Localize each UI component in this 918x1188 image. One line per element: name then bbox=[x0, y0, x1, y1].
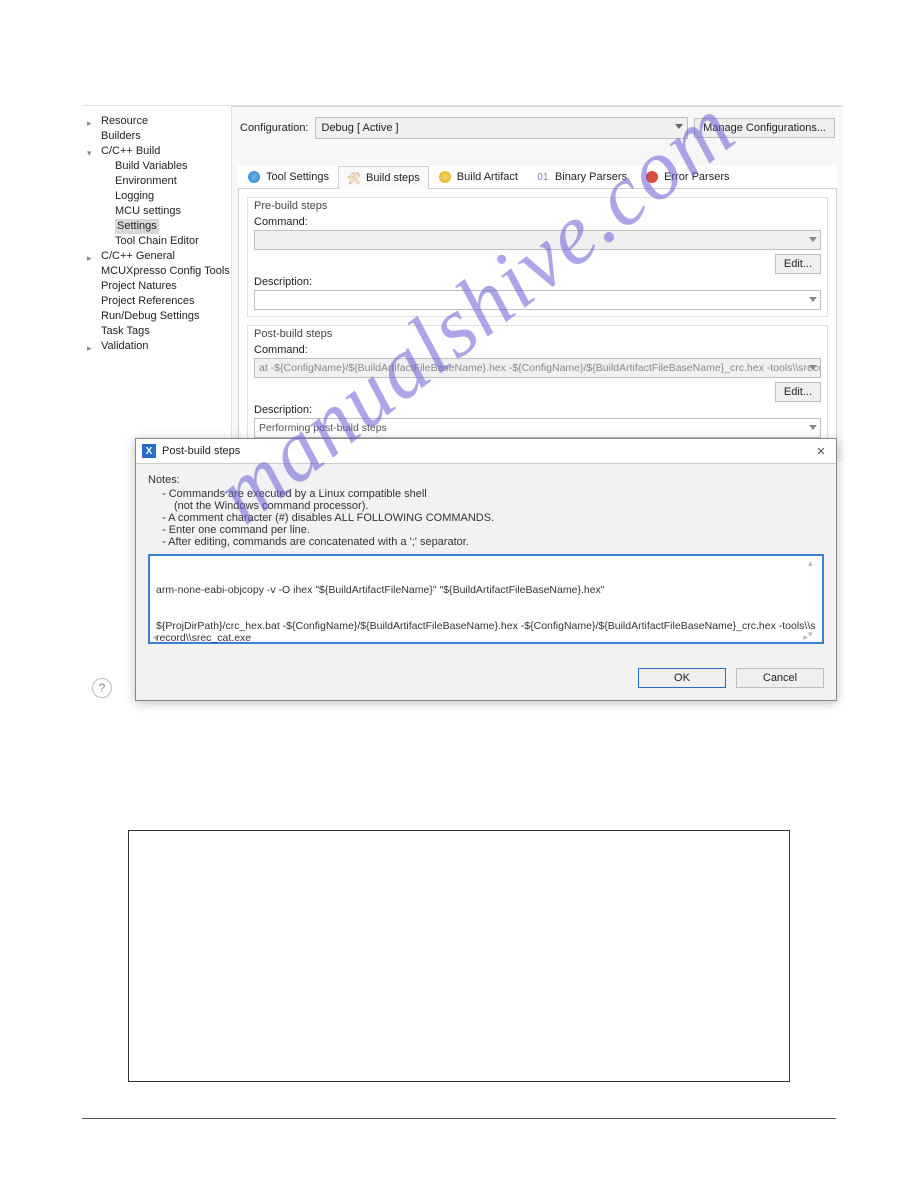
postbuild-dialog: X Post-build steps ✕ Notes: - Commands a… bbox=[135, 438, 837, 701]
tree-logging[interactable]: Logging bbox=[101, 189, 227, 204]
chevron-down-icon bbox=[675, 124, 683, 129]
tree-label: Resource bbox=[101, 115, 148, 127]
tree-ccgeneral[interactable]: ▸C/C++ General bbox=[87, 249, 227, 264]
tree-label: Project References bbox=[101, 295, 195, 307]
configuration-value: Debug [ Active ] bbox=[322, 122, 399, 134]
description-label: Description: bbox=[254, 274, 821, 290]
tree-label: Task Tags bbox=[101, 325, 150, 337]
tree-label: Tool Chain Editor bbox=[115, 235, 199, 247]
tree-mcux[interactable]: MCUXpresso Config Tools bbox=[87, 264, 227, 279]
configuration-select[interactable]: Debug [ Active ] bbox=[315, 117, 689, 139]
tree-label: Run/Debug Settings bbox=[101, 310, 199, 322]
commands-textarea[interactable]: arm-none-eabi-objcopy -v -O ihex "${Buil… bbox=[148, 554, 824, 644]
artifact-icon bbox=[438, 170, 452, 184]
help-icon[interactable]: ? bbox=[92, 678, 112, 698]
chevron-down-icon bbox=[809, 425, 817, 430]
error-icon bbox=[645, 170, 659, 184]
prebuild-edit-button[interactable]: Edit... bbox=[775, 254, 821, 274]
tree-natures[interactable]: Project Natures bbox=[87, 279, 227, 294]
tab-error-parsers[interactable]: Error Parsers bbox=[636, 165, 738, 188]
dialog-title: Post-build steps bbox=[162, 445, 806, 457]
chevron-down-icon: ▾ bbox=[87, 146, 97, 161]
dialog-titlebar: X Post-build steps ✕ bbox=[136, 439, 836, 464]
page-divider bbox=[82, 1118, 836, 1119]
tree-label: Validation bbox=[101, 340, 149, 352]
tree-mcu-settings[interactable]: MCU settings bbox=[101, 204, 227, 219]
tree-label: Logging bbox=[115, 190, 154, 202]
vertical-scrollbar[interactable]: ▴▾ bbox=[808, 558, 820, 640]
postbuild-edit-button[interactable]: Edit... bbox=[775, 382, 821, 402]
notes-block: Notes: - Commands are executed by a Linu… bbox=[148, 474, 824, 548]
notes-heading: Notes: bbox=[148, 474, 824, 486]
command-label: Command: bbox=[254, 342, 821, 358]
command-label: Command: bbox=[254, 214, 821, 230]
group-legend: Pre-build steps bbox=[248, 198, 827, 212]
chevron-down-icon bbox=[809, 365, 817, 370]
textarea-line: arm-none-eabi-objcopy -v -O ihex "${Buil… bbox=[156, 584, 816, 596]
empty-box bbox=[128, 830, 790, 1082]
tree-label: Project Natures bbox=[101, 280, 177, 292]
tree-resource[interactable]: ▸Resource bbox=[87, 114, 227, 129]
tab-tool-settings[interactable]: Tool Settings bbox=[238, 165, 338, 188]
gear-icon bbox=[247, 170, 261, 184]
tree-label: C/C++ Build bbox=[101, 145, 160, 157]
tab-label: Tool Settings bbox=[266, 171, 329, 183]
manage-configs-button[interactable]: Manage Configurations... bbox=[694, 118, 835, 138]
tree-label: C/C++ General bbox=[101, 250, 175, 262]
binary-icon: 01 bbox=[536, 170, 550, 184]
note-line: - Enter one command per line. bbox=[148, 524, 824, 536]
description-label: Description: bbox=[254, 402, 821, 418]
chevron-down-icon bbox=[809, 237, 817, 242]
postbuild-group: Post-build steps Command: at -${ConfigNa… bbox=[247, 325, 828, 445]
tree-label: MCUXpresso Config Tools bbox=[101, 265, 230, 277]
nav-tree: ▸Resource Builders ▾C/C++ Build Build Va… bbox=[87, 106, 227, 354]
configuration-label: Configuration: bbox=[240, 122, 309, 134]
horizontal-scrollbar[interactable]: ◂▸ bbox=[152, 632, 808, 642]
tree-environment[interactable]: Environment bbox=[101, 174, 227, 189]
prebuild-group: Pre-build steps Command: Edit... Descrip… bbox=[247, 197, 828, 317]
tree-toolchain[interactable]: Tool Chain Editor bbox=[101, 234, 227, 249]
tab-bar: Tool Settings 🛠 Build steps Build Artifa… bbox=[238, 165, 837, 189]
tab-label: Build Artifact bbox=[457, 171, 518, 183]
tree-rundebug[interactable]: Run/Debug Settings bbox=[87, 309, 227, 324]
field-value: at -${ConfigName}/${BuildArtifactFileBas… bbox=[259, 362, 821, 374]
note-line: - A comment character (#) disables ALL F… bbox=[148, 512, 824, 524]
group-legend: Post-build steps bbox=[248, 326, 827, 340]
tab-label: Error Parsers bbox=[664, 171, 729, 183]
postbuild-command-field[interactable]: at -${ConfigName}/${BuildArtifactFileBas… bbox=[254, 358, 821, 378]
settings-panel: Configuration: Debug [ Active ] Manage C… bbox=[231, 106, 843, 462]
tab-label: Binary Parsers bbox=[555, 171, 627, 183]
tree-settings[interactable]: Settings bbox=[101, 219, 227, 234]
wrench-icon: 🛠 bbox=[347, 171, 361, 185]
note-line: - After editing, commands are concatenat… bbox=[148, 536, 824, 548]
tree-label: Environment bbox=[115, 175, 177, 187]
tree-build-variables[interactable]: Build Variables bbox=[101, 159, 227, 174]
note-line: (not the Windows command processor). bbox=[148, 500, 824, 512]
tree-ccbuild[interactable]: ▾ C/C++ Build bbox=[87, 144, 227, 159]
postbuild-description-field[interactable]: Performing post-build steps bbox=[254, 418, 821, 438]
tab-build-artifact[interactable]: Build Artifact bbox=[429, 165, 527, 188]
tab-body: Pre-build steps Command: Edit... Descrip… bbox=[238, 189, 837, 462]
tree-label: Builders bbox=[101, 130, 141, 142]
tab-build-steps[interactable]: 🛠 Build steps bbox=[338, 166, 429, 189]
field-value: Performing post-build steps bbox=[259, 422, 387, 434]
note-line: - Commands are executed by a Linux compa… bbox=[148, 488, 824, 500]
chevron-down-icon bbox=[809, 297, 817, 302]
tree-label: Build Variables bbox=[115, 160, 188, 172]
app-icon: X bbox=[142, 444, 156, 458]
tree-builders[interactable]: Builders bbox=[87, 129, 227, 144]
tree-tasktags[interactable]: Task Tags bbox=[87, 324, 227, 339]
tree-label: Settings bbox=[115, 219, 159, 234]
tree-validation[interactable]: ▸ Validation bbox=[87, 339, 227, 354]
tree-refs[interactable]: Project References bbox=[87, 294, 227, 309]
prebuild-description-field[interactable] bbox=[254, 290, 821, 310]
prebuild-command-field[interactable] bbox=[254, 230, 821, 250]
chevron-right-icon: ▸ bbox=[87, 341, 97, 356]
tab-label: Build steps bbox=[366, 172, 420, 184]
tree-label: MCU settings bbox=[115, 205, 181, 217]
close-icon[interactable]: ✕ bbox=[812, 445, 830, 458]
tab-binary-parsers[interactable]: 01 Binary Parsers bbox=[527, 165, 636, 188]
